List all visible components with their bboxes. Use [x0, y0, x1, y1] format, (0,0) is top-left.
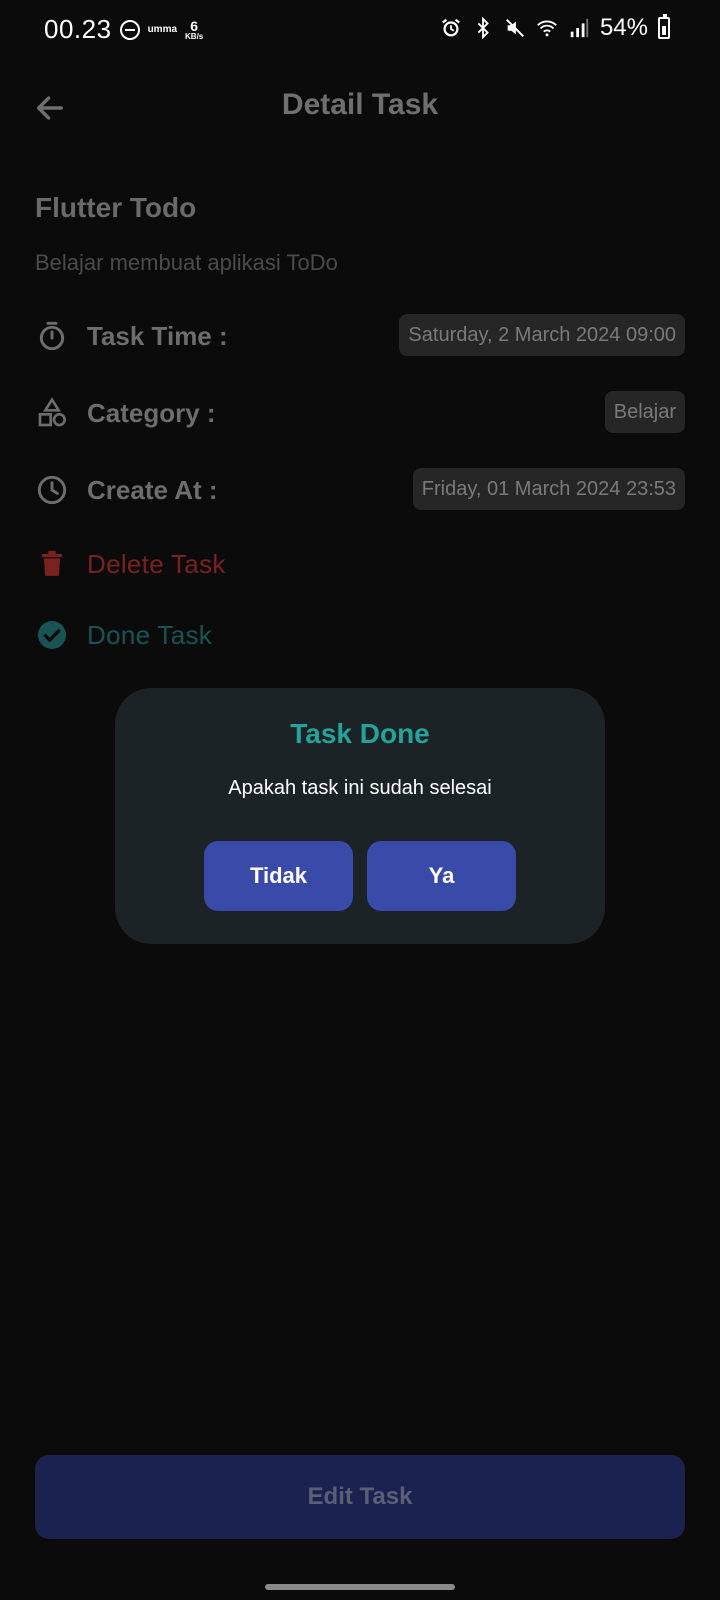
- task-time-row: Task Time : Saturday, 2 March 2024 09:00: [35, 314, 685, 358]
- cancel-button[interactable]: Tidak: [204, 841, 353, 911]
- clock-icon: [35, 473, 69, 507]
- status-left: 00.23 umma 6 KB/s: [44, 14, 203, 45]
- network-speed-value: 6: [190, 17, 199, 34]
- create-at-row: Create At : Friday, 01 March 2024 23:53: [35, 468, 685, 512]
- dialog-actions: Tidak Ya: [204, 841, 516, 911]
- network-speed: 6 KB/s: [185, 19, 203, 41]
- carrier-label: umma: [147, 24, 178, 35]
- delete-task-label: Delete Task: [87, 548, 226, 579]
- done-task-label: Done Task: [87, 619, 213, 650]
- category-icon: [35, 396, 69, 430]
- status-time: 00.23: [44, 14, 112, 44]
- category-label: Category :: [87, 397, 216, 428]
- dialog-message: Apakah task ini sudah selesai: [228, 777, 492, 799]
- task-time-value: Saturday, 2 March 2024 09:00: [399, 314, 685, 356]
- mute-icon: [505, 19, 524, 37]
- alarm-icon: [442, 18, 460, 37]
- check-circle-icon: [35, 618, 69, 652]
- battery-icon: [658, 14, 670, 39]
- task-description: Belajar membuat aplikasi ToDo: [35, 250, 338, 275]
- do-not-disturb-icon: [119, 19, 140, 40]
- delete-task-button[interactable]: Delete Task: [35, 542, 685, 586]
- battery-percentage: 54%: [599, 14, 648, 41]
- wifi-icon: [537, 20, 557, 37]
- timer-icon: [35, 319, 69, 353]
- page-title: Detail Task: [281, 88, 439, 121]
- category-value: Belajar: [604, 391, 685, 433]
- trash-icon: [35, 547, 69, 581]
- category-row: Category : Belajar: [35, 391, 685, 435]
- home-indicator[interactable]: [265, 1584, 455, 1590]
- create-at-label: Create At :: [87, 474, 218, 505]
- status-bar: 00.23 umma 6 KB/s 54%: [0, 0, 720, 60]
- task-title: Flutter Todo: [35, 192, 197, 223]
- status-right: 54%: [440, 14, 670, 42]
- app-bar: Detail Task: [0, 70, 720, 146]
- bluetooth-icon: [477, 17, 489, 39]
- confirm-button[interactable]: Ya: [367, 841, 516, 911]
- task-time-label: Task Time :: [87, 320, 228, 351]
- create-at-value: Friday, 01 March 2024 23:53: [412, 468, 685, 510]
- signal-icon: [570, 18, 589, 38]
- network-speed-unit: KB/s: [185, 31, 204, 41]
- dialog-title: Task Done: [290, 718, 430, 749]
- task-done-dialog: Task Done Apakah task ini sudah selesai …: [115, 688, 605, 944]
- done-task-button[interactable]: Done Task: [35, 613, 685, 657]
- edit-task-button[interactable]: Edit Task: [35, 1455, 685, 1539]
